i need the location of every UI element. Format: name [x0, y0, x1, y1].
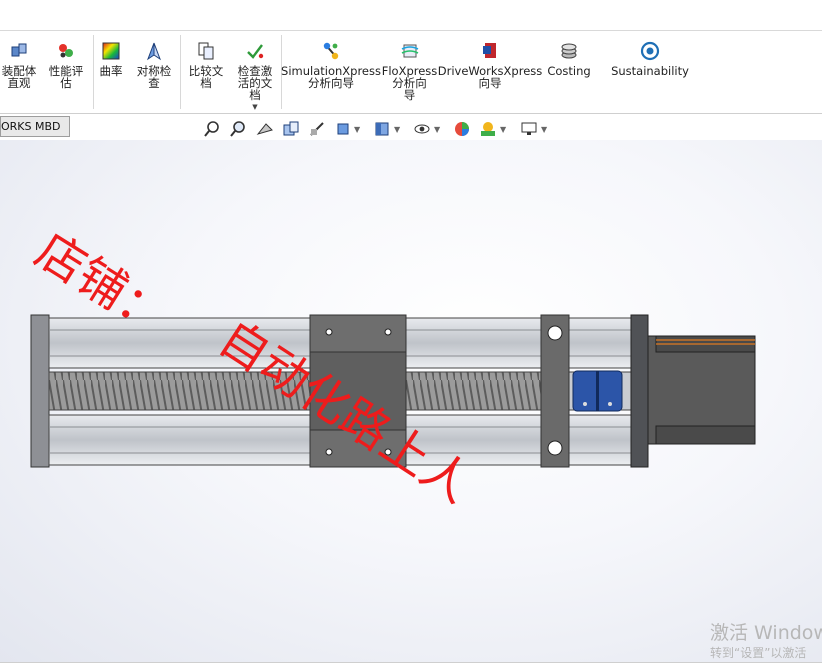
compare-documents-button[interactable]: 比较文 档 — [183, 41, 229, 89]
upper-rail — [48, 317, 311, 369]
sustainability-icon — [640, 41, 660, 61]
curvature-icon — [102, 42, 120, 60]
chevron-down-icon[interactable]: ▼ — [354, 125, 360, 134]
performance-evaluation-label: 性能评 估 — [48, 64, 84, 90]
view-settings-icon[interactable] — [520, 120, 538, 138]
symmetry-check-button[interactable]: 对称检 查 — [131, 41, 177, 89]
performance-evaluation-button[interactable]: 性能评 估 — [43, 41, 89, 89]
lower-rail — [405, 414, 542, 466]
view-orientation-icon[interactable] — [334, 120, 352, 138]
display-style-icon[interactable] — [373, 120, 391, 138]
chevron-down-icon[interactable]: ▼ — [541, 125, 547, 134]
chevron-down-icon[interactable]: ▼ — [394, 125, 400, 134]
symmetry-check-icon — [146, 42, 162, 61]
costing-icon — [561, 43, 577, 59]
ribbon-separator — [93, 35, 94, 109]
lower-rail — [568, 414, 632, 466]
curvature-label: 曲率 — [99, 64, 123, 78]
check-active-document-button[interactable]: 检查激 活的文 档 ▼ — [232, 41, 278, 113]
driveworksxpress-button[interactable]: DriveWorksXpress 向导 — [437, 41, 543, 90]
lead-screw — [405, 371, 542, 411]
costing-button[interactable]: Costing — [544, 41, 594, 77]
support-bolt — [547, 440, 563, 456]
ribbon-separator — [180, 35, 181, 109]
apply-scene-icon[interactable] — [479, 120, 497, 138]
upper-rail — [568, 317, 632, 369]
floxpress-button[interactable]: FloXpress 分析向 导 — [382, 41, 437, 101]
floxpress-label: FloXpress 分析向 导 — [381, 64, 438, 102]
zoom-to-fit-icon[interactable] — [203, 120, 221, 138]
carriage-center — [309, 351, 407, 431]
assembly-visualization-icon — [11, 43, 27, 57]
edit-appearance-icon[interactable] — [453, 120, 471, 138]
windows-activation-subtitle: 转到“设置”以激活 — [710, 646, 807, 660]
driveworksxpress-label: DriveWorksXpress 向导 — [437, 64, 543, 90]
previous-view-icon[interactable] — [256, 120, 274, 138]
left-end-plate — [30, 314, 50, 468]
floxpress-icon — [401, 44, 418, 58]
graphics-viewport[interactable] — [0, 140, 822, 662]
driveworksxpress-icon — [483, 43, 496, 58]
assembly-visualization-label: 装配体 直观 — [1, 64, 37, 90]
simulationxpress-label: SimulationXpress 分析向导 — [281, 64, 381, 90]
chevron-down-icon[interactable]: ▼ — [252, 101, 257, 113]
costing-label: Costing — [547, 64, 591, 78]
performance-evaluation-icon — [59, 44, 73, 58]
simulationxpress-button[interactable]: SimulationXpress 分析向导 — [281, 41, 381, 90]
hide-show-items-icon[interactable] — [413, 120, 431, 138]
lower-rail — [48, 414, 311, 466]
sustainability-label: Sustainability — [611, 64, 689, 78]
zoom-to-area-icon[interactable] — [229, 120, 247, 138]
compare-documents-icon — [198, 42, 214, 60]
windows-activation-title: 激活 Window — [710, 622, 822, 644]
section-view-icon[interactable] — [282, 120, 300, 138]
view-toolbar: ▼ ▼ ▼ ▼ ▼ — [0, 120, 822, 140]
check-active-document-icon — [247, 44, 264, 59]
right-end-plate — [630, 314, 649, 468]
linear-module-model — [30, 314, 756, 468]
title-bar — [0, 0, 822, 31]
support-bolt — [547, 325, 563, 341]
sustainability-button[interactable]: Sustainability — [610, 41, 690, 77]
simulationxpress-icon — [323, 42, 339, 60]
symmetry-check-label: 对称检 查 — [136, 64, 172, 90]
assembly-visualization-button[interactable]: 装配体 直观 — [0, 41, 38, 89]
lead-screw — [48, 371, 311, 411]
check-active-document-label: 检查激 活的文 档 — [237, 64, 273, 102]
chevron-down-icon[interactable]: ▼ — [500, 125, 506, 134]
evaluate-ribbon: 装配体 直观 性能评 估 曲率 对称检 查 比较文 档 检查激 活的文 档 ▼ — [0, 31, 822, 114]
upper-rail — [405, 317, 542, 369]
dynamic-annotation-icon[interactable] — [308, 120, 326, 138]
compare-documents-label: 比较文 档 — [188, 64, 224, 90]
curvature-button[interactable]: 曲率 — [96, 41, 126, 77]
chevron-down-icon[interactable]: ▼ — [434, 125, 440, 134]
